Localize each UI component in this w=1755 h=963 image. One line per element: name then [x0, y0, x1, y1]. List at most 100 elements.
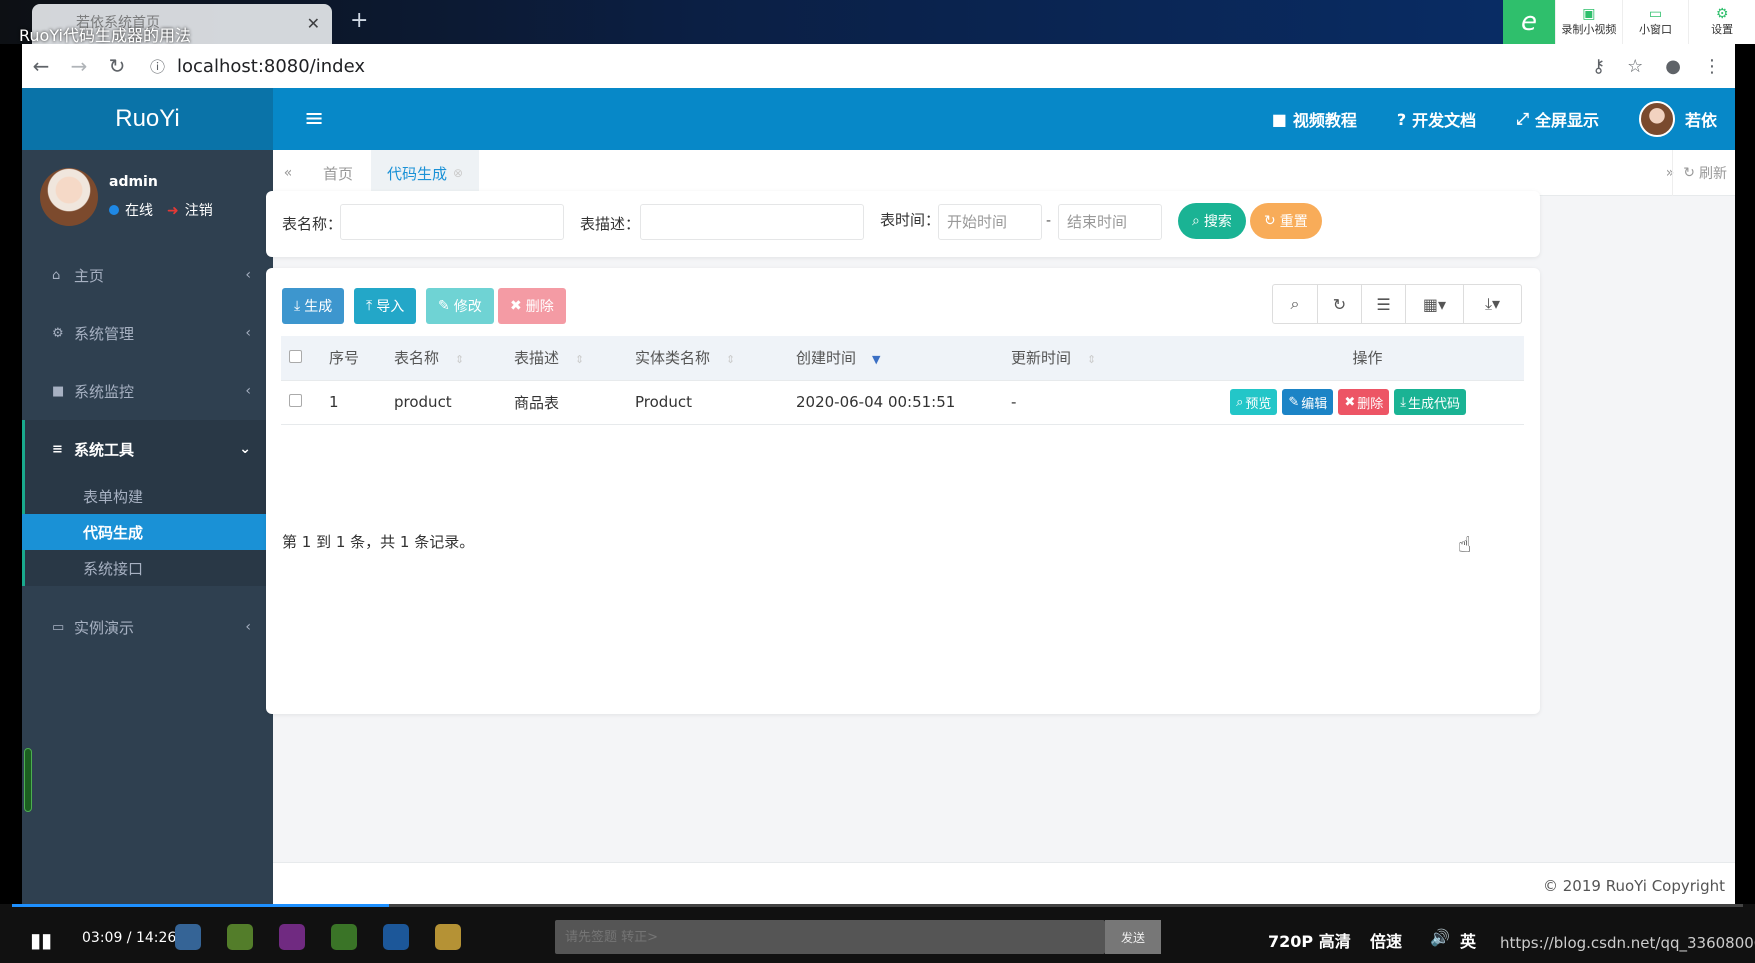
columns-button[interactable]: ▦▾	[1405, 285, 1463, 323]
chrome-icon[interactable]	[435, 924, 461, 950]
start-time-input[interactable]	[938, 204, 1042, 240]
close-icon[interactable]: ⊗	[453, 166, 463, 180]
tab-code-gen-label: 代码生成	[387, 164, 448, 183]
speed-button[interactable]: 倍速	[1370, 928, 1402, 952]
calendar-icon[interactable]	[383, 924, 409, 950]
row-edit-button[interactable]: ✎ 编辑	[1282, 389, 1334, 415]
avatar[interactable]	[1638, 101, 1675, 137]
video-tutorial-link[interactable]: ■ 视频教程	[1272, 107, 1357, 131]
sidebar-item-system[interactable]: ⚙ 系统管理 ‹	[22, 304, 273, 362]
cell-table-name: product	[386, 380, 506, 425]
reset-button[interactable]: ↻ 重置	[1250, 203, 1322, 239]
col-no: 序号	[321, 336, 386, 381]
record-video-button[interactable]: ▣ 录制小视频	[1555, 0, 1622, 44]
col-update-time[interactable]: 更新时间 ⇕	[1003, 336, 1203, 381]
app-icon[interactable]	[331, 924, 357, 950]
quality-button[interactable]: 720P 高清	[1268, 928, 1351, 952]
star-icon[interactable]: ☆	[1627, 56, 1643, 77]
table-name-input[interactable]	[340, 204, 564, 240]
video-progress-bar[interactable]	[12, 904, 1743, 907]
code-gen-table: 序号 表名称 ⇕ 表描述 ⇕ 实体类名称 ⇕ 创建时间 ▼ 更新时间 ⇕ 操作 1 pro…	[281, 336, 1524, 425]
refresh-tab-button[interactable]: ↻ 刷新	[1672, 150, 1727, 196]
account-icon[interactable]: ●	[1665, 56, 1681, 77]
danmaku-input[interactable]	[555, 920, 1105, 954]
mini-window-button[interactable]: ▭ 小窗口	[1621, 0, 1689, 44]
folder-icon[interactable]	[175, 924, 201, 950]
search-icon: ⌕	[1192, 213, 1200, 229]
sidebar-item-form-builder[interactable]: 表单构建	[25, 478, 273, 514]
table-desc-input[interactable]	[640, 204, 864, 240]
back-icon[interactable]: ←	[22, 54, 60, 78]
cell-actions: ⌕ 预览 ✎ 编辑 ✖ 删除 ⤓ 生成代码	[1203, 380, 1524, 425]
logout-link[interactable]: ➜ 注销	[167, 200, 213, 220]
sidebar-item-swagger[interactable]: 系统接口	[25, 550, 273, 586]
sidebar-item-home[interactable]: ⌂ 主页 ‹	[22, 246, 273, 304]
taskbar-apps	[175, 924, 461, 950]
tab-code-gen[interactable]: 代码生成 ⊗	[371, 150, 480, 196]
chevron-left-icon: ‹	[245, 267, 251, 283]
toggle-view-button[interactable]: ☰	[1361, 285, 1405, 323]
top-navbar: RuoYi ≡ ■ 视频教程 ? 开发文档 ⤢ 全屏显示 若依	[22, 88, 1735, 150]
search-toggle-button[interactable]: ⌕	[1273, 285, 1317, 323]
mouse-cursor-icon: ☝	[1458, 533, 1472, 558]
tab-home[interactable]: 首页	[307, 150, 369, 196]
edit-button[interactable]: ✎ 修改	[426, 288, 494, 324]
chevron-left-icon: ‹	[245, 619, 251, 635]
edit-icon: ✎	[1288, 394, 1300, 410]
row-checkbox[interactable]	[289, 394, 302, 407]
sidebar-item-label: 系统工具	[74, 440, 135, 459]
sort-icon: ⇕	[726, 353, 736, 367]
dev-docs-link[interactable]: ? 开发文档	[1397, 107, 1476, 131]
pause-icon[interactable]: ▮▮	[30, 928, 52, 952]
sidebar-item-code-gen[interactable]: 代码生成	[22, 514, 273, 550]
gen-code-button[interactable]: ⤓ 生成代码	[1394, 389, 1466, 415]
forward-icon[interactable]: →	[60, 54, 98, 78]
refresh-table-button[interactable]: ↻	[1317, 285, 1361, 323]
preview-button[interactable]: ⌕ 预览	[1230, 389, 1278, 415]
tab-home-label: 首页	[323, 164, 354, 183]
fullscreen-link[interactable]: ⤢ 全屏显示	[1516, 107, 1599, 131]
search-button[interactable]: ⌕ 搜索	[1178, 203, 1246, 239]
brand-logo[interactable]: RuoYi	[22, 88, 273, 150]
select-all-checkbox[interactable]	[289, 349, 302, 363]
col-class-name[interactable]: 实体类名称 ⇕	[627, 336, 788, 381]
volume-icon[interactable]: 🔊	[1430, 928, 1450, 947]
row-delete-button[interactable]: ✖ 删除	[1338, 389, 1390, 415]
user-menu[interactable]: 若依	[1685, 107, 1717, 131]
more-icon[interactable]: ⋮	[1703, 56, 1721, 77]
col-update-time-label: 更新时间	[1011, 349, 1072, 368]
close-icon[interactable]: ✕	[307, 14, 320, 33]
col-table-desc[interactable]: 表描述 ⇕	[506, 336, 627, 381]
table-panel: ⤓ 生成 ⤒ 导入 ✎ 修改 ✖ 删除 ⌕ ↻ ☰ ▦▾ ⤓▾ 序号 表名称 ⇕ 表描述 ⇕	[266, 268, 1540, 714]
cell-class-name: Product	[627, 380, 788, 425]
scrollbar[interactable]	[24, 748, 32, 812]
end-time-input[interactable]	[1058, 204, 1162, 240]
sidebar-item-tools[interactable]: ≡ 系统工具 ⌄	[22, 420, 273, 478]
tools-submenu: 表单构建 代码生成 系统接口	[22, 478, 273, 586]
new-tab-icon[interactable]: +	[350, 8, 368, 33]
reload-icon[interactable]: ↻	[98, 54, 136, 78]
table-desc-label: 表描述：	[580, 215, 641, 233]
generate-button[interactable]: ⤓ 生成	[282, 288, 345, 324]
danmaku-send-button[interactable]: 发送	[1105, 920, 1161, 954]
key-icon[interactable]: ⚷	[1592, 56, 1605, 77]
tabs-scroll-left-icon[interactable]: «	[273, 150, 303, 196]
export-button[interactable]: ⤓▾	[1463, 285, 1521, 323]
delete-button[interactable]: ✖ 删除	[498, 288, 566, 324]
app-icon[interactable]	[227, 924, 253, 950]
search-button-label: 搜索	[1203, 214, 1232, 230]
online-label: 在线	[125, 203, 153, 219]
url-field[interactable]: localhost:8080/index	[177, 56, 365, 77]
refresh-icon: ↻	[1264, 213, 1276, 229]
info-icon[interactable]: ⓘ	[150, 56, 165, 77]
ide-icon[interactable]	[279, 924, 305, 950]
menu-toggle-icon[interactable]: ≡	[304, 104, 324, 132]
settings-button[interactable]: ⚙ 设置	[1688, 0, 1755, 44]
import-button[interactable]: ⤒ 导入	[354, 288, 417, 324]
video-player-bar: ▮▮ 03:09 / 14:26 发送 720P 高清 倍速 🔊 英 https…	[0, 904, 1755, 963]
col-table-name[interactable]: 表名称 ⇕	[386, 336, 506, 381]
record-label: 录制小视频	[1561, 23, 1617, 36]
sidebar-item-demo[interactable]: ▭ 实例演示 ‹	[22, 598, 273, 656]
sidebar-item-monitor[interactable]: ■ 系统监控 ‹	[22, 362, 273, 420]
col-create-time[interactable]: 创建时间 ▼	[788, 336, 1003, 381]
